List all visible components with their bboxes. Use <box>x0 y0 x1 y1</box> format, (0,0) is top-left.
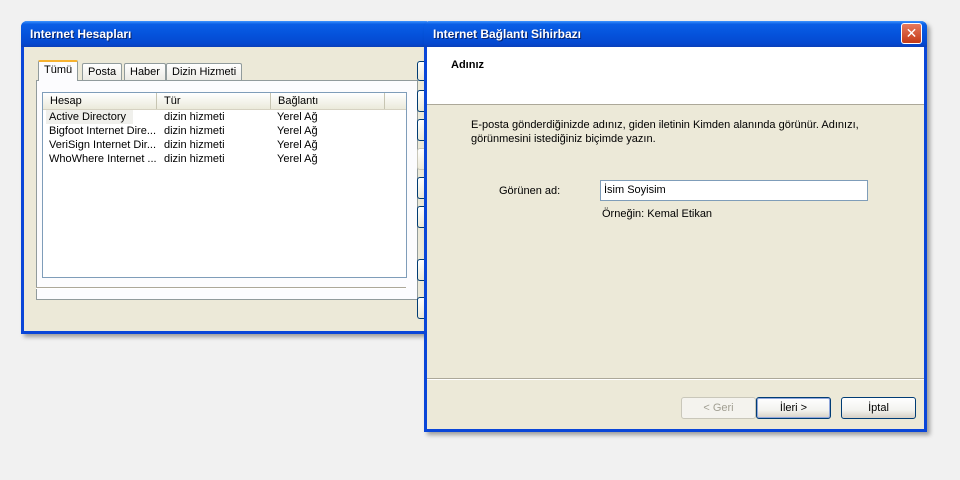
close-button[interactable]: ✕ <box>901 23 922 44</box>
connection-wizard-window: Internet Bağlantı Sihirbazı ✕ Adınız E-p… <box>424 21 927 432</box>
wizard-header: Adınız <box>427 47 924 105</box>
account-type: dizin hizmeti <box>164 125 225 137</box>
next-button[interactable]: İleri > <box>756 397 831 419</box>
accounts-list[interactable]: Hesap Tür Bağlantı Active Directory dizi… <box>42 92 407 278</box>
wizard-window-title: Internet Bağlantı Sihirbazı <box>433 27 582 41</box>
account-type: dizin hizmeti <box>164 111 225 123</box>
wizard-page-title: Adınız <box>451 59 484 71</box>
wizard-description: E-posta gönderdiğinizde adınız, giden il… <box>471 119 859 145</box>
column-header-connection[interactable]: Bağlantı <box>271 93 385 109</box>
account-connection: Yerel Ağ <box>277 153 318 165</box>
accounts-separator <box>36 287 406 289</box>
close-icon: ✕ <box>905 25 918 41</box>
wizard-separator <box>427 378 924 380</box>
account-type: dizin hizmeti <box>164 139 225 151</box>
table-row[interactable]: Bigfoot Internet Dire... dizin hizmeti Y… <box>43 124 406 138</box>
account-name: WhoWhere Internet ... <box>49 153 157 165</box>
tab-all[interactable]: Tümü <box>38 60 79 81</box>
tab-news[interactable]: Haber <box>124 63 166 80</box>
account-name: VeriSign Internet Dir... <box>49 139 156 151</box>
tab-mail[interactable]: Posta <box>82 63 123 80</box>
table-row[interactable]: Active Directory dizin hizmeti Yerel Ağ <box>43 110 406 124</box>
column-header-account[interactable]: Hesap <box>43 93 157 109</box>
account-type: dizin hizmeti <box>164 153 225 165</box>
accounts-tab-panel: Hesap Tür Bağlantı Active Directory dizi… <box>36 80 418 300</box>
account-connection: Yerel Ağ <box>277 111 318 123</box>
account-connection: Yerel Ağ <box>277 125 318 137</box>
back-button[interactable]: < Geri <box>681 397 756 419</box>
display-name-label: Görünen ad: <box>499 185 561 197</box>
display-name-input[interactable]: İsim Soyisim <box>600 180 868 201</box>
internet-accounts-window: Internet Hesapları Tümü Posta Haber Dizi… <box>21 21 431 334</box>
account-connection: Yerel Ağ <box>277 139 318 151</box>
table-row[interactable]: WhoWhere Internet ... dizin hizmeti Yere… <box>43 152 406 166</box>
wizard-title-bar[interactable]: Internet Bağlantı Sihirbazı ✕ <box>424 21 927 47</box>
account-name: Active Directory <box>46 110 133 124</box>
table-row[interactable]: VeriSign Internet Dir... dizin hizmeti Y… <box>43 138 406 152</box>
tab-directory-service[interactable]: Dizin Hizmeti <box>166 63 243 80</box>
column-header-type[interactable]: Tür <box>157 93 271 109</box>
account-name: Bigfoot Internet Dire... <box>49 125 156 137</box>
display-name-example: Örneğin: Kemal Etikan <box>602 208 713 220</box>
accounts-title-bar[interactable]: Internet Hesapları <box>21 21 431 47</box>
accounts-window-title: Internet Hesapları <box>30 27 132 41</box>
accounts-list-header: Hesap Tür Bağlantı <box>43 93 406 110</box>
cancel-button[interactable]: İptal <box>841 397 916 419</box>
